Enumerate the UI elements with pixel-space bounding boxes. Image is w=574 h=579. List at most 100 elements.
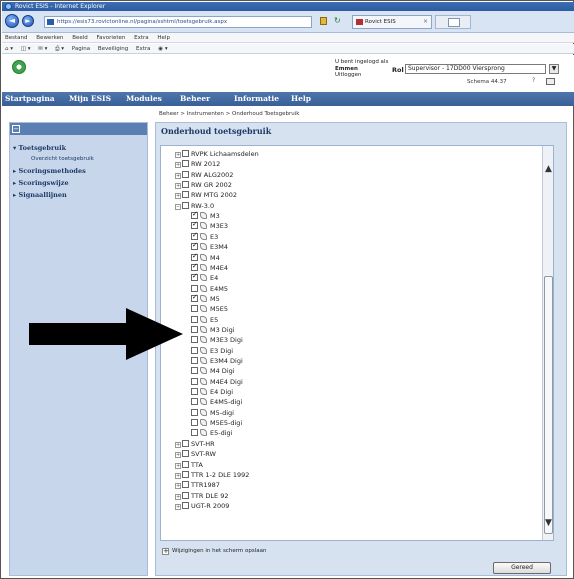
- sidebar-item-overzicht-toetsgebruik[interactable]: Overzicht toetsgebruik: [31, 156, 94, 162]
- tree-item[interactable]: E3 Digi: [191, 346, 233, 357]
- home-icon[interactable]: ⌂ ▾: [5, 46, 13, 52]
- tree-item[interactable]: + SVT-RW: [175, 450, 216, 460]
- tree-checkbox[interactable]: [182, 460, 189, 468]
- url-field[interactable]: https://esis73.rovictonline.nl/pagina/ss…: [44, 16, 312, 28]
- tree-checkbox[interactable]: [182, 150, 189, 157]
- expand-icon[interactable]: +: [175, 441, 181, 448]
- collapse-icon[interactable]: −: [175, 203, 181, 210]
- tree-item[interactable]: M5E5: [191, 305, 228, 315]
- nav-startpagina[interactable]: Startpagina: [5, 92, 55, 106]
- cmd-extra[interactable]: Extra: [136, 46, 151, 52]
- menu-beeld[interactable]: Beeld: [72, 35, 88, 41]
- expand-icon[interactable]: +: [175, 472, 181, 479]
- scroll-up-icon[interactable]: ▲: [544, 164, 553, 174]
- tree-item[interactable]: E4: [191, 272, 218, 284]
- expand-icon[interactable]: +: [175, 172, 181, 179]
- expand-icon[interactable]: +: [175, 462, 181, 469]
- tree-item[interactable]: + RW ALG2002: [175, 170, 233, 181]
- tree-checkbox[interactable]: [182, 501, 189, 509]
- tree-item[interactable]: + RW 2012: [175, 160, 220, 170]
- tree-checkbox[interactable]: [191, 210, 198, 220]
- tree-item[interactable]: M3 Digi: [191, 325, 235, 336]
- expand-icon[interactable]: +: [175, 493, 181, 500]
- tree-item[interactable]: + TTR1987: [175, 481, 220, 491]
- tree-checkbox[interactable]: [182, 470, 189, 478]
- tree-checkbox[interactable]: [182, 160, 189, 168]
- nav-beheer[interactable]: Beheer: [180, 92, 210, 106]
- tree-item[interactable]: M4E4 Digi: [191, 377, 243, 388]
- tree-item[interactable]: + SVT-HR: [175, 439, 215, 450]
- nav-modules[interactable]: Modules: [126, 92, 162, 106]
- expand-icon[interactable]: +: [175, 183, 181, 190]
- tree-item[interactable]: + TTR DLE 92: [175, 491, 228, 502]
- feeds-icon[interactable]: ◫ ▾: [21, 46, 31, 52]
- tree-checkbox[interactable]: [191, 377, 198, 385]
- collapse-icon[interactable]: −: [12, 125, 20, 133]
- cmd-beveiliging[interactable]: Beveiliging: [98, 46, 128, 52]
- nav-mijn-esis[interactable]: Mijn ESIS: [69, 92, 111, 106]
- tree-checkbox[interactable]: [191, 293, 198, 302]
- scroll-down-icon[interactable]: ▼: [544, 518, 553, 528]
- tree-item[interactable]: + RVPK Lichaamsdelen: [175, 150, 259, 160]
- tree-checkbox[interactable]: [191, 241, 198, 251]
- tree-item[interactable]: M3E3 Digi: [191, 336, 243, 346]
- menu-bestand[interactable]: Bestand: [5, 35, 28, 41]
- print-icon[interactable]: ⎙ ▾: [55, 46, 64, 52]
- tree-item[interactable]: M5-digi: [191, 408, 234, 419]
- tree-checkbox[interactable]: [182, 181, 189, 189]
- forward-arrow-icon[interactable]: ►: [22, 15, 34, 27]
- tree-checkbox[interactable]: [191, 325, 198, 333]
- back-arrow-icon[interactable]: ◄: [5, 14, 19, 28]
- tree-checkbox[interactable]: [182, 201, 189, 209]
- chevron-down-icon[interactable]: ▼: [549, 64, 559, 74]
- menu-extra[interactable]: Extra: [134, 35, 149, 41]
- cmd-pagina[interactable]: Pagina: [72, 46, 90, 52]
- help-icon[interactable]: ◉ ▾: [158, 46, 167, 52]
- tree-checkbox[interactable]: [191, 315, 198, 323]
- help-question-icon[interactable]: ?: [532, 77, 535, 84]
- tree-checkbox[interactable]: [191, 284, 198, 292]
- tree-checkbox[interactable]: [191, 388, 198, 396]
- tree-item[interactable]: + RW GR 2002: [175, 181, 232, 191]
- tree-item[interactable]: + TTA: [175, 460, 203, 471]
- tree-item[interactable]: E4 Digi: [191, 388, 233, 398]
- tree-checkbox[interactable]: [191, 262, 198, 271]
- print-page-icon[interactable]: [546, 78, 555, 85]
- expand-icon[interactable]: +: [175, 452, 181, 459]
- save-changes-toggle[interactable]: + Wijzigingen in het scherm opslaan: [162, 548, 266, 555]
- tree-checkbox[interactable]: [182, 439, 189, 447]
- new-tab-button[interactable]: [435, 15, 471, 29]
- tree-item[interactable]: M4 Digi: [191, 367, 235, 377]
- tree-checkbox[interactable]: [182, 170, 189, 178]
- tree-item[interactable]: + TTR 1-2 DLE 1992: [175, 470, 249, 481]
- close-icon[interactable]: ×: [423, 16, 428, 28]
- expand-icon[interactable]: +: [175, 152, 181, 158]
- lock-icon[interactable]: [320, 17, 327, 25]
- menu-help[interactable]: Help: [157, 35, 170, 41]
- tree-checkbox[interactable]: [191, 429, 198, 437]
- expand-icon[interactable]: +: [175, 503, 181, 510]
- nav-informatie[interactable]: Informatie: [234, 92, 279, 106]
- scroll-thumb[interactable]: [544, 276, 553, 534]
- logout-link[interactable]: Uitloggen: [335, 72, 388, 79]
- tree-checkbox[interactable]: [191, 220, 198, 230]
- gereed-button[interactable]: Gereed: [493, 562, 551, 574]
- tree-checkbox[interactable]: [191, 408, 198, 416]
- tree-checkbox[interactable]: [182, 491, 189, 499]
- tree-checkbox[interactable]: [191, 367, 198, 375]
- tree-item[interactable]: E5-digi: [191, 429, 232, 439]
- menu-bewerken[interactable]: Bewerken: [36, 35, 63, 41]
- expand-icon[interactable]: +: [175, 483, 181, 490]
- browser-tab[interactable]: Rovict ESIS ×: [352, 15, 432, 29]
- sidebar-item-signaallijnen[interactable]: ▸ Signaallijnen: [13, 191, 67, 199]
- sidebar-item-scoringsmethodes[interactable]: ▸ Scoringsmethodes: [13, 167, 86, 175]
- tree-item[interactable]: E4M5-digi: [191, 398, 242, 408]
- tree-checkbox[interactable]: [191, 346, 198, 354]
- tree-item[interactable]: + UGT-R 2009: [175, 501, 229, 512]
- expand-icon[interactable]: +: [175, 193, 181, 200]
- mail-icon[interactable]: ✉ ▾: [38, 46, 47, 52]
- tree-checkbox[interactable]: [182, 481, 189, 489]
- tree-checkbox[interactable]: [191, 419, 198, 427]
- tree-checkbox[interactable]: [191, 252, 198, 261]
- tree-item[interactable]: M5E5-digi: [191, 419, 242, 429]
